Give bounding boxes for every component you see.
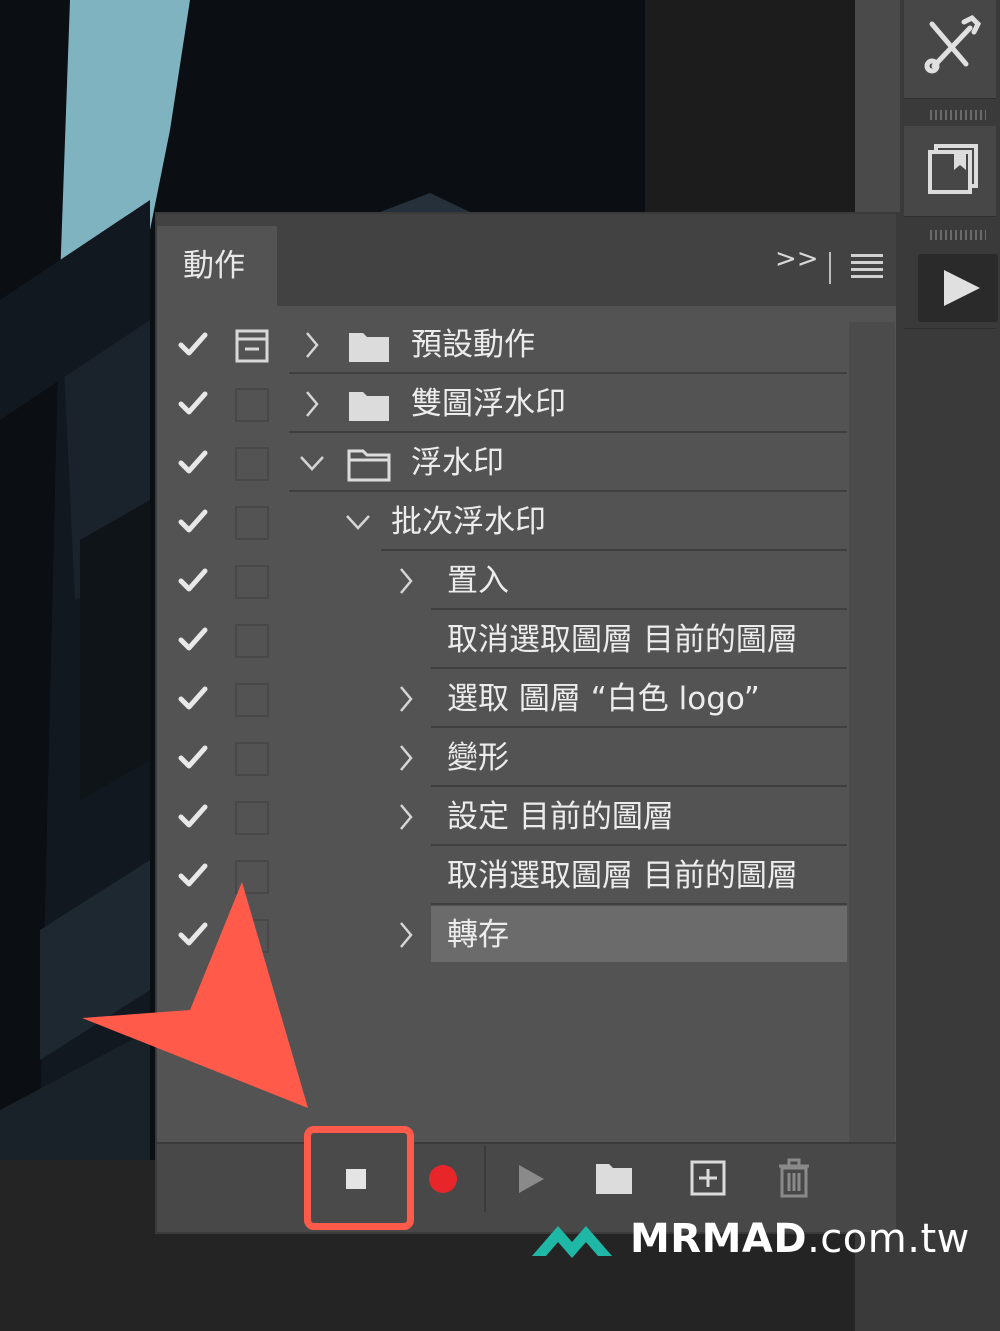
action-row[interactable]: 置入	[157, 552, 847, 610]
annotation-arrow-icon	[82, 882, 308, 1108]
new-action-icon	[690, 1160, 726, 1196]
action-row[interactable]: 設定 目前的圖層	[157, 788, 847, 846]
dialog-toggle[interactable]	[235, 506, 269, 540]
new-action-button[interactable]	[688, 1158, 728, 1198]
action-label: 置入	[447, 563, 509, 599]
folder-icon	[349, 333, 389, 362]
action-row[interactable]: 浮水印	[157, 434, 847, 492]
chevron-right-icon[interactable]	[393, 921, 419, 949]
play-button[interactable]	[512, 1160, 550, 1198]
tools-button[interactable]	[904, 0, 996, 99]
checkmark-icon[interactable]	[177, 623, 209, 655]
panel-grip[interactable]	[930, 110, 986, 120]
action-label: 設定 目前的圖層	[447, 799, 674, 835]
collapse-panel-button[interactable]: >>	[775, 244, 819, 274]
checkmark-icon[interactable]	[177, 328, 209, 360]
checkmark-icon[interactable]	[177, 564, 209, 596]
chevron-down-icon[interactable]	[345, 508, 371, 536]
chevron-right-icon[interactable]	[393, 744, 419, 772]
panel-menu-icon[interactable]	[851, 254, 883, 280]
checkmark-icon[interactable]	[177, 682, 209, 714]
play-icon	[519, 1165, 544, 1193]
divider	[829, 252, 831, 284]
action-label: 選取 圖層 “白色 logo”	[447, 681, 760, 717]
action-row[interactable]: 取消選取圖層 目前的圖層	[157, 611, 847, 669]
tab-actions[interactable]: 動作	[157, 226, 277, 306]
watermark-text: MRMAD.com.tw	[630, 1216, 970, 1262]
dialog-toggle[interactable]	[235, 624, 269, 658]
actions-panel-button[interactable]	[904, 250, 998, 329]
chevron-right-icon[interactable]	[299, 331, 325, 359]
panel-grip[interactable]	[930, 230, 986, 240]
play-icon	[944, 270, 980, 306]
wrench-screwdriver-icon	[924, 14, 982, 74]
stop-icon	[346, 1169, 366, 1189]
mrmad-logo-icon	[532, 1226, 612, 1258]
action-row[interactable]: 預設動作	[157, 316, 847, 374]
checkmark-icon[interactable]	[177, 446, 209, 478]
dialog-toggle[interactable]	[235, 388, 269, 422]
dialog-toggle[interactable]	[235, 329, 269, 363]
action-row[interactable]: 雙圖浮水印	[157, 375, 847, 433]
dialog-icon	[235, 329, 269, 363]
panel-tabbar: 動作 >>	[157, 214, 896, 306]
stop-button[interactable]	[338, 1160, 376, 1198]
action-label: 變形	[447, 740, 509, 776]
chevron-right-icon[interactable]	[393, 803, 419, 831]
divider	[484, 1146, 486, 1212]
checkmark-icon[interactable]	[177, 505, 209, 537]
action-label: 雙圖浮水印	[411, 386, 566, 422]
action-row[interactable]: 選取 圖層 “白色 logo”	[157, 670, 847, 728]
book-icon	[928, 144, 978, 194]
record-icon	[429, 1165, 457, 1193]
dialog-toggle[interactable]	[235, 447, 269, 481]
delete-button[interactable]	[774, 1156, 814, 1200]
action-row[interactable]: 變形	[157, 729, 847, 787]
checkmark-icon[interactable]	[177, 800, 209, 832]
folder-open-icon	[347, 449, 391, 482]
watermark-domain: .com.tw	[807, 1216, 970, 1262]
folder-icon	[349, 392, 389, 421]
dialog-toggle[interactable]	[235, 683, 269, 717]
action-label: 取消選取圖層 目前的圖層	[447, 622, 798, 658]
dialog-toggle[interactable]	[235, 565, 269, 599]
checkmark-icon[interactable]	[177, 741, 209, 773]
action-label: 預設動作	[411, 327, 535, 363]
record-button[interactable]	[424, 1160, 462, 1198]
checkmark-icon[interactable]	[177, 387, 209, 419]
chevron-right-icon[interactable]	[393, 567, 419, 595]
watermark-brand: MRMAD	[630, 1216, 808, 1262]
action-label: 轉存	[447, 917, 509, 953]
chevron-right-icon[interactable]	[393, 685, 419, 713]
libraries-button[interactable]	[904, 126, 996, 217]
folder-icon	[596, 1164, 632, 1194]
action-row[interactable]: 批次浮水印	[157, 493, 847, 551]
action-label: 取消選取圖層 目前的圖層	[447, 858, 798, 894]
chevron-right-icon[interactable]	[299, 390, 325, 418]
dialog-toggle[interactable]	[235, 742, 269, 776]
new-set-button[interactable]	[593, 1158, 635, 1198]
trash-icon	[779, 1158, 809, 1198]
action-label: 批次浮水印	[391, 504, 546, 540]
chevron-down-icon[interactable]	[299, 449, 325, 477]
action-label: 浮水印	[411, 445, 504, 481]
dialog-toggle[interactable]	[235, 801, 269, 835]
